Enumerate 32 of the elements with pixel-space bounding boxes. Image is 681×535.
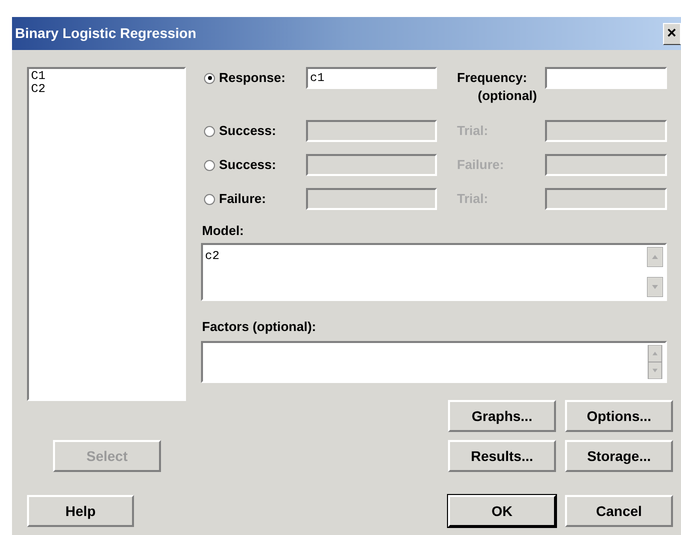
radio-label: Success: [219, 122, 276, 140]
scroll-down-icon[interactable] [647, 362, 663, 379]
window-title: Binary Logistic Regression [15, 24, 196, 43]
radio-label: Failure: [219, 190, 266, 208]
variable-item[interactable]: C2 [31, 83, 182, 96]
model-label: Model: [201, 222, 245, 240]
option-button[interactable]: Options... [565, 400, 673, 432]
radio-label: Success: [219, 156, 276, 174]
model-field[interactable]: c2 [201, 243, 667, 301]
factors-field[interactable] [201, 341, 667, 383]
radio-label: Response: [219, 69, 286, 88]
option-button[interactable]: Graphs... [448, 400, 556, 432]
text-field[interactable]: c1 [306, 67, 437, 89]
close-button[interactable]: × [663, 22, 681, 44]
option-button[interactable]: Results... [448, 440, 556, 472]
variable-item[interactable]: C1 [31, 70, 182, 83]
variable-list[interactable]: C1 C2 [27, 67, 186, 401]
text-field[interactable] [545, 67, 667, 89]
text-field[interactable] [545, 154, 667, 176]
radio-button[interactable] [204, 72, 215, 84]
scroll-down-icon[interactable] [647, 277, 663, 297]
field-note: (optional) [478, 89, 537, 103]
field-label: Frequency: [456, 69, 528, 87]
ok-button[interactable]: OK [448, 495, 556, 527]
option-button[interactable]: Storage... [565, 440, 673, 472]
text-field[interactable] [545, 120, 667, 142]
scroll-up-icon[interactable] [647, 247, 663, 267]
help-button[interactable]: Help [27, 495, 134, 527]
cancel-button[interactable]: Cancel [565, 495, 673, 527]
scroll-up-icon[interactable] [647, 345, 663, 362]
text-field[interactable] [545, 188, 667, 210]
factors-label: Factors (optional): [201, 318, 318, 336]
